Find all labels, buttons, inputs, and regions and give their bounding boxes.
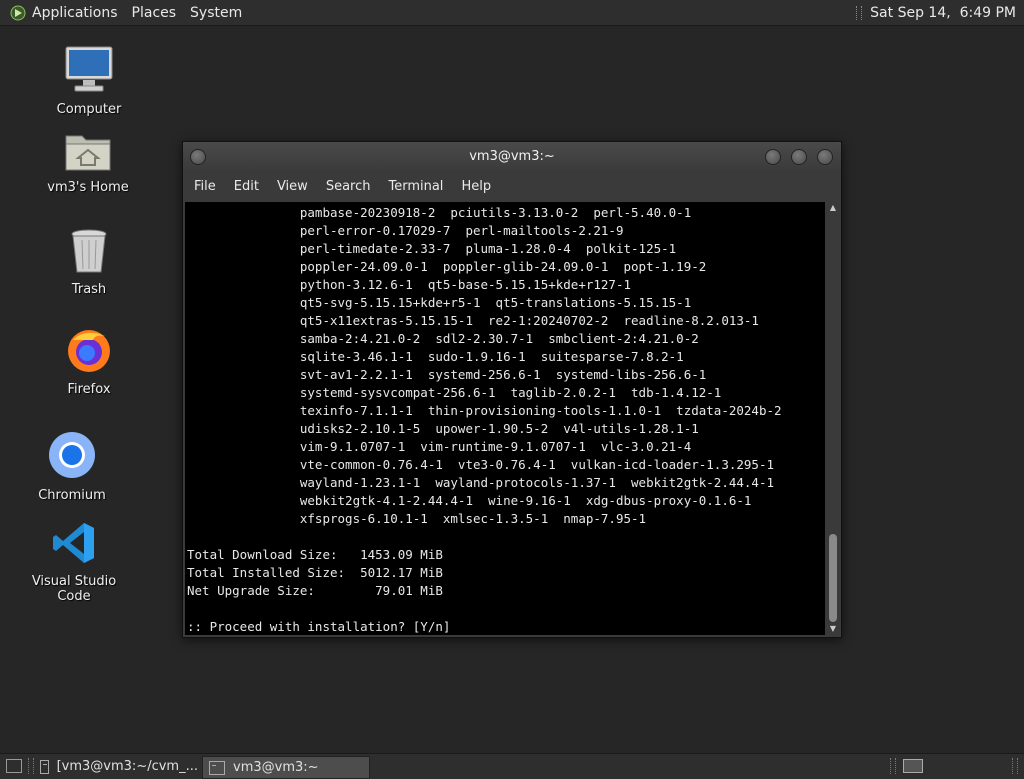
terminal-line: python-3.12.6-1 qt5-base-5.15.15+kde+r12… xyxy=(187,277,632,292)
desktop-icon-label: Firefox xyxy=(67,382,111,397)
terminal-line: Net Upgrade Size: 79.01 MiB xyxy=(187,583,443,598)
desktop-icon-home[interactable]: vm3's Home xyxy=(42,128,134,195)
minimize-button[interactable] xyxy=(765,149,781,165)
computer-icon xyxy=(65,46,113,92)
applications-menu[interactable]: Applications xyxy=(32,5,118,21)
panel-drag-handle[interactable] xyxy=(856,5,863,20)
terminal-line: samba-2:4.21.0-2 sdl2-2.30.7-1 smbclient… xyxy=(187,331,699,346)
terminal-line: texinfo-7.1.1-1 thin-provisioning-tools-… xyxy=(187,403,782,418)
terminal-line: xfsprogs-6.10.1-1 xmlsec-1.3.5-1 nmap-7.… xyxy=(187,511,647,526)
terminal-line: qt5-svg-5.15.15+kde+r5-1 qt5-translation… xyxy=(187,295,692,310)
scrollbar-thumb[interactable] xyxy=(829,534,837,622)
terminal-title: vm3@vm3:~ xyxy=(469,149,555,164)
terminal-titlebar[interactable]: vm3@vm3:~ xyxy=(183,142,841,172)
panel-drag-handle[interactable] xyxy=(890,758,896,774)
terminal-line: wayland-1.23.1-1 wayland-protocols-1.37-… xyxy=(187,475,774,490)
terminal-line: :: Proceed with installation? [Y/n] xyxy=(187,619,451,634)
menu-view[interactable]: View xyxy=(277,179,308,194)
terminal-line: udisks2-2.10.1-5 upower-1.90.5-2 v4l-uti… xyxy=(187,421,699,436)
desktop-icon-label: Computer xyxy=(56,102,122,117)
terminal-output[interactable]: pambase-20230918-2 pciutils-3.13.0-2 per… xyxy=(185,202,825,635)
mate-logo-icon[interactable] xyxy=(10,5,26,21)
home-folder-icon xyxy=(65,135,111,171)
taskbar-item-label: vm3@vm3:~ xyxy=(233,760,319,775)
terminal-line: vte-common-0.76.4-1 vte3-0.76.4-1 vulkan… xyxy=(187,457,774,472)
top-panel: Applications Places System Sat Sep 14, 6… xyxy=(0,0,1024,26)
terminal-line: webkit2gtk-4.1-2.44.4-1 wine-9.16-1 xdg-… xyxy=(187,493,752,508)
terminal-text: pambase-20230918-2 pciutils-3.13.0-2 per… xyxy=(185,202,825,635)
menu-help[interactable]: Help xyxy=(461,179,491,194)
trash-icon xyxy=(71,229,107,273)
desktop-icon-label: Trash xyxy=(71,282,107,297)
desktop-icon-firefox[interactable]: Firefox xyxy=(48,326,130,397)
terminal-line: qt5-x11extras-5.15.15-1 re2-1:20240702-2… xyxy=(187,313,759,328)
vscode-icon xyxy=(53,523,94,563)
terminal-icon xyxy=(209,760,225,775)
desktop-icon-vscode[interactable]: Visual Studio Code xyxy=(14,520,134,604)
terminal-line: sqlite-3.46.1-1 sudo-1.9.16-1 suitespars… xyxy=(187,349,684,364)
clock[interactable]: Sat Sep 14, 6:49 PM xyxy=(870,5,1016,21)
bottom-panel: [vm3@vm3:~/cvm_... vm3@vm3:~ xyxy=(0,753,1024,779)
menu-file[interactable]: File xyxy=(194,179,216,194)
desktop-icon-label: Visual Studio Code xyxy=(31,574,117,604)
menu-search[interactable]: Search xyxy=(326,179,371,194)
firefox-icon xyxy=(68,330,110,372)
taskbar-item-cvm[interactable]: [vm3@vm3:~/cvm_... xyxy=(34,756,198,777)
panel-drag-handle[interactable] xyxy=(1012,758,1018,774)
desktop-icon-computer[interactable]: Computer xyxy=(48,44,130,117)
terminal-icon xyxy=(40,759,49,774)
chromium-icon xyxy=(49,432,95,478)
terminal-line: systemd-sysvcompat-256.6-1 taglib-2.0.2-… xyxy=(187,385,722,400)
scroll-down-arrow-icon[interactable]: ▼ xyxy=(827,623,839,635)
workspace-switcher[interactable] xyxy=(903,759,923,773)
terminal-line: Total Download Size: 1453.09 MiB xyxy=(187,547,443,562)
terminal-window: vm3@vm3:~ File Edit View Search Terminal… xyxy=(182,141,842,638)
terminal-line: perl-error-0.17029-7 perl-mailtools-2.21… xyxy=(187,223,624,238)
terminal-line: poppler-24.09.0-1 poppler-glib-24.09.0-1… xyxy=(187,259,707,274)
scroll-up-arrow-icon[interactable]: ▲ xyxy=(827,202,839,214)
terminal-line: vim-9.1.0707-1 vim-runtime-9.1.0707-1 vl… xyxy=(187,439,692,454)
desktop-icon-label: vm3's Home xyxy=(47,180,129,195)
taskbar-item-label: [vm3@vm3:~/cvm_... xyxy=(56,759,198,774)
window-menu-button[interactable] xyxy=(190,149,206,165)
maximize-button[interactable] xyxy=(791,149,807,165)
desktop-icon-trash[interactable]: Trash xyxy=(48,228,130,297)
show-desktop-icon[interactable] xyxy=(6,759,22,773)
close-button[interactable] xyxy=(817,149,833,165)
places-menu[interactable]: Places xyxy=(132,5,177,21)
taskbar-item-terminal[interactable]: vm3@vm3:~ xyxy=(202,756,370,779)
desktop-icon-chromium[interactable]: Chromium xyxy=(32,430,112,503)
menu-edit[interactable]: Edit xyxy=(234,179,259,194)
system-menu[interactable]: System xyxy=(190,5,242,21)
terminal-scrollbar[interactable]: ▲ ▼ xyxy=(827,202,839,635)
menu-terminal[interactable]: Terminal xyxy=(388,179,443,194)
terminal-line: Total Installed Size: 5012.17 MiB xyxy=(187,565,443,580)
terminal-line: pambase-20230918-2 pciutils-3.13.0-2 per… xyxy=(187,205,692,220)
terminal-line: perl-timedate-2.33-7 pluma-1.28.0-4 polk… xyxy=(187,241,677,256)
desktop-icon-label: Chromium xyxy=(38,488,106,503)
terminal-menubar: File Edit View Search Terminal Help xyxy=(183,172,841,200)
terminal-line: svt-av1-2.2.1-1 systemd-256.6-1 systemd-… xyxy=(187,367,707,382)
